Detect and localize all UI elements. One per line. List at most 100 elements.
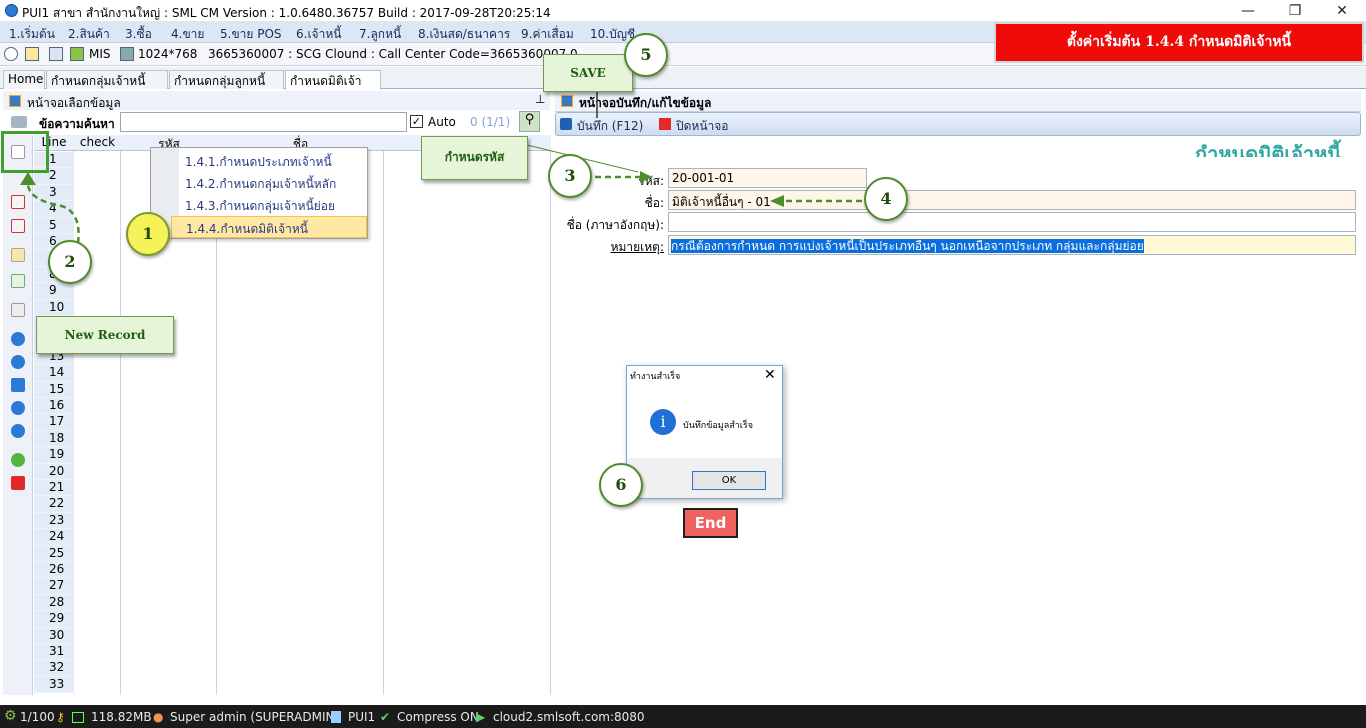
company-info: 3665360007 : SCG Clound : Call Center Co… (208, 47, 578, 61)
menu-depreciation[interactable]: 9.ค่าเสื่อม (521, 25, 574, 44)
menu-item-creditor-dimension[interactable]: 1.4.4.กำหนดมิติเจ้าหนี้ (171, 216, 367, 238)
row-number[interactable]: 15 (34, 381, 74, 398)
menu-item-creditor-type[interactable]: 1.4.1.กำหนดประเภทเจ้าหนี้ (185, 153, 332, 172)
close-screen-button[interactable]: ปิดหน้าจอ (676, 117, 729, 136)
monitor-icon[interactable] (120, 47, 134, 61)
row-number[interactable]: 4 (34, 201, 74, 218)
col-header-check[interactable]: check (74, 135, 121, 151)
dialog-title: ทำงานสำเร็จ (630, 372, 681, 382)
status-compress: Compress ON (397, 710, 479, 724)
dialog-close-button[interactable]: ✕ (764, 367, 776, 383)
close-icon[interactable] (11, 476, 25, 490)
row-number[interactable]: 22 (34, 496, 74, 513)
name-en-label: ชื่อ (ภาษาอังกฤษ): (566, 218, 664, 232)
remark-field[interactable]: กรณีต้องการกำหนด การแบ่งเจ้าหนี้เป็นประเ… (668, 235, 1356, 255)
row-number[interactable]: 25 (34, 545, 74, 562)
restore-button[interactable]: ❐ (1275, 1, 1315, 21)
delete-doc-icon[interactable] (11, 219, 25, 233)
form-watermark: กำหนดมิติเจ้าหนี้ (1195, 142, 1341, 157)
auto-checkbox[interactable]: ✓ (410, 115, 423, 128)
lock-doc-icon[interactable] (11, 248, 25, 262)
menu-creditor[interactable]: 6.เจ้าหนี้ (296, 25, 341, 44)
menu-sale[interactable]: 4.ขาย (171, 25, 204, 44)
chart-icon[interactable] (70, 47, 84, 61)
ok-button[interactable]: OK (692, 471, 766, 490)
row-number[interactable]: 26 (34, 562, 74, 579)
row-number[interactable]: 31 (34, 644, 74, 661)
menu-item-creditor-main-group[interactable]: 1.4.2.กำหนดกลุ่มเจ้าหนี้หลัก (185, 175, 336, 194)
arrow-down-icon[interactable] (11, 424, 25, 438)
calculator-icon[interactable] (49, 47, 63, 61)
row-number[interactable]: 30 (34, 627, 74, 644)
arrow-right-icon[interactable] (11, 355, 25, 369)
status-bar: ⚙ 1/100 ⚷ 118.82MB ● Super admin (SUPERA… (0, 705, 1366, 728)
help-icon[interactable] (11, 453, 25, 467)
arrow-left-icon[interactable] (11, 332, 25, 346)
checklist-icon[interactable] (11, 195, 25, 209)
tab-creditor-subgroup[interactable]: กำหนดกลุ่มเจ้าหนี้ย่อย (46, 70, 168, 107)
row-number[interactable]: 23 (34, 512, 74, 530)
row-number[interactable]: 28 (34, 594, 74, 612)
menu-purchase[interactable]: 3.ซื้อ (125, 25, 152, 44)
pin-icon[interactable]: ⊥ (535, 92, 545, 106)
save-button[interactable]: บันทึก (F12) (577, 117, 643, 136)
row-number[interactable]: 32 (34, 660, 74, 677)
tab-creditor-dimension[interactable]: กำหนดมิติเจ้าหนี้ (285, 70, 381, 107)
row-number[interactable]: 29 (34, 611, 74, 628)
search-toolbar: ข้อความค้นหา ✓ Auto 0 (1/1) ⚲ (3, 110, 550, 135)
menu-pos[interactable]: 5.ขาย POS (220, 25, 282, 44)
row-number[interactable]: 17 (34, 414, 74, 431)
row-number[interactable]: 3 (34, 184, 74, 202)
menu-debtor[interactable]: 7.ลูกหนี้ (359, 25, 401, 44)
search-input[interactable] (120, 112, 407, 132)
close-window-button[interactable]: ✕ (1322, 1, 1362, 21)
status-memory: 118.82MB (91, 710, 152, 724)
row-number[interactable]: 19 (34, 447, 74, 464)
status-gear-icon: ⚙ (4, 708, 17, 724)
minimize-button[interactable]: — (1228, 1, 1268, 21)
row-number[interactable]: 33 (34, 676, 74, 694)
resolution-label[interactable]: 1024*768 (138, 47, 197, 61)
remark-label: หมายเหตุ: (610, 240, 664, 254)
fast-forward-icon[interactable] (11, 378, 25, 392)
report-icon[interactable] (11, 303, 25, 317)
play-icon: ▶ (476, 710, 486, 724)
save-icon[interactable] (560, 118, 572, 130)
menu-cash-bank[interactable]: 8.เงินสด/ธนาคาร (418, 25, 510, 44)
step-2-marker: 2 (48, 240, 92, 284)
status-branch: PUI1 (348, 710, 376, 724)
name-field[interactable]: มิติเจ้าหนี้อื่นๆ - 01 (668, 190, 1356, 210)
menu-start[interactable]: 1.เริ่มต้น (9, 25, 55, 44)
code-field[interactable]: 20-001-01 (668, 168, 867, 188)
tab-home[interactable]: Home (3, 70, 45, 89)
arrow-up-icon[interactable] (11, 401, 25, 415)
name-en-field[interactable] (668, 212, 1356, 232)
row-number[interactable]: 27 (34, 578, 74, 595)
row-number[interactable]: 21 (34, 480, 74, 497)
mis-label[interactable]: MIS (89, 47, 111, 61)
row-number[interactable]: 9 (34, 283, 74, 300)
step-4-marker: 4 (864, 177, 908, 221)
menu-item-creditor-subgroup[interactable]: 1.4.3.กำหนดกลุ่มเจ้าหนี้ย่อย (185, 197, 335, 216)
row-number[interactable]: 18 (34, 430, 74, 448)
app-icon (5, 4, 18, 17)
close-screen-icon[interactable] (659, 118, 671, 130)
window-icon (561, 95, 573, 107)
tab-debtor-subgroup[interactable]: กำหนดกลุ่มลูกหนี้ย่อย (169, 70, 284, 107)
user-icon: ● (153, 710, 164, 724)
row-number[interactable]: 5 (34, 217, 74, 234)
title-banner: ตั้งค่าเริ่มต้น 1.4.4 กำหนดมิติเจ้าหนี้ (994, 22, 1364, 63)
import-icon[interactable] (11, 274, 25, 288)
menu-product[interactable]: 2.สินค้า (68, 25, 110, 44)
panel-icon[interactable] (25, 47, 39, 61)
row-number[interactable]: 24 (34, 529, 74, 546)
filter-icon[interactable] (11, 116, 27, 128)
info-icon: i (650, 409, 676, 435)
row-number[interactable]: 10 (34, 299, 74, 316)
row-number[interactable]: 14 (34, 365, 74, 382)
clock-icon[interactable] (4, 47, 18, 61)
row-number[interactable]: 16 (34, 398, 74, 415)
row-number[interactable]: 20 (34, 463, 74, 480)
success-dialog: ทำงานสำเร็จ ✕ i บันทึกข้อมูลสำเร็จ OK (626, 365, 783, 499)
search-button[interactable]: ⚲ (519, 111, 540, 132)
